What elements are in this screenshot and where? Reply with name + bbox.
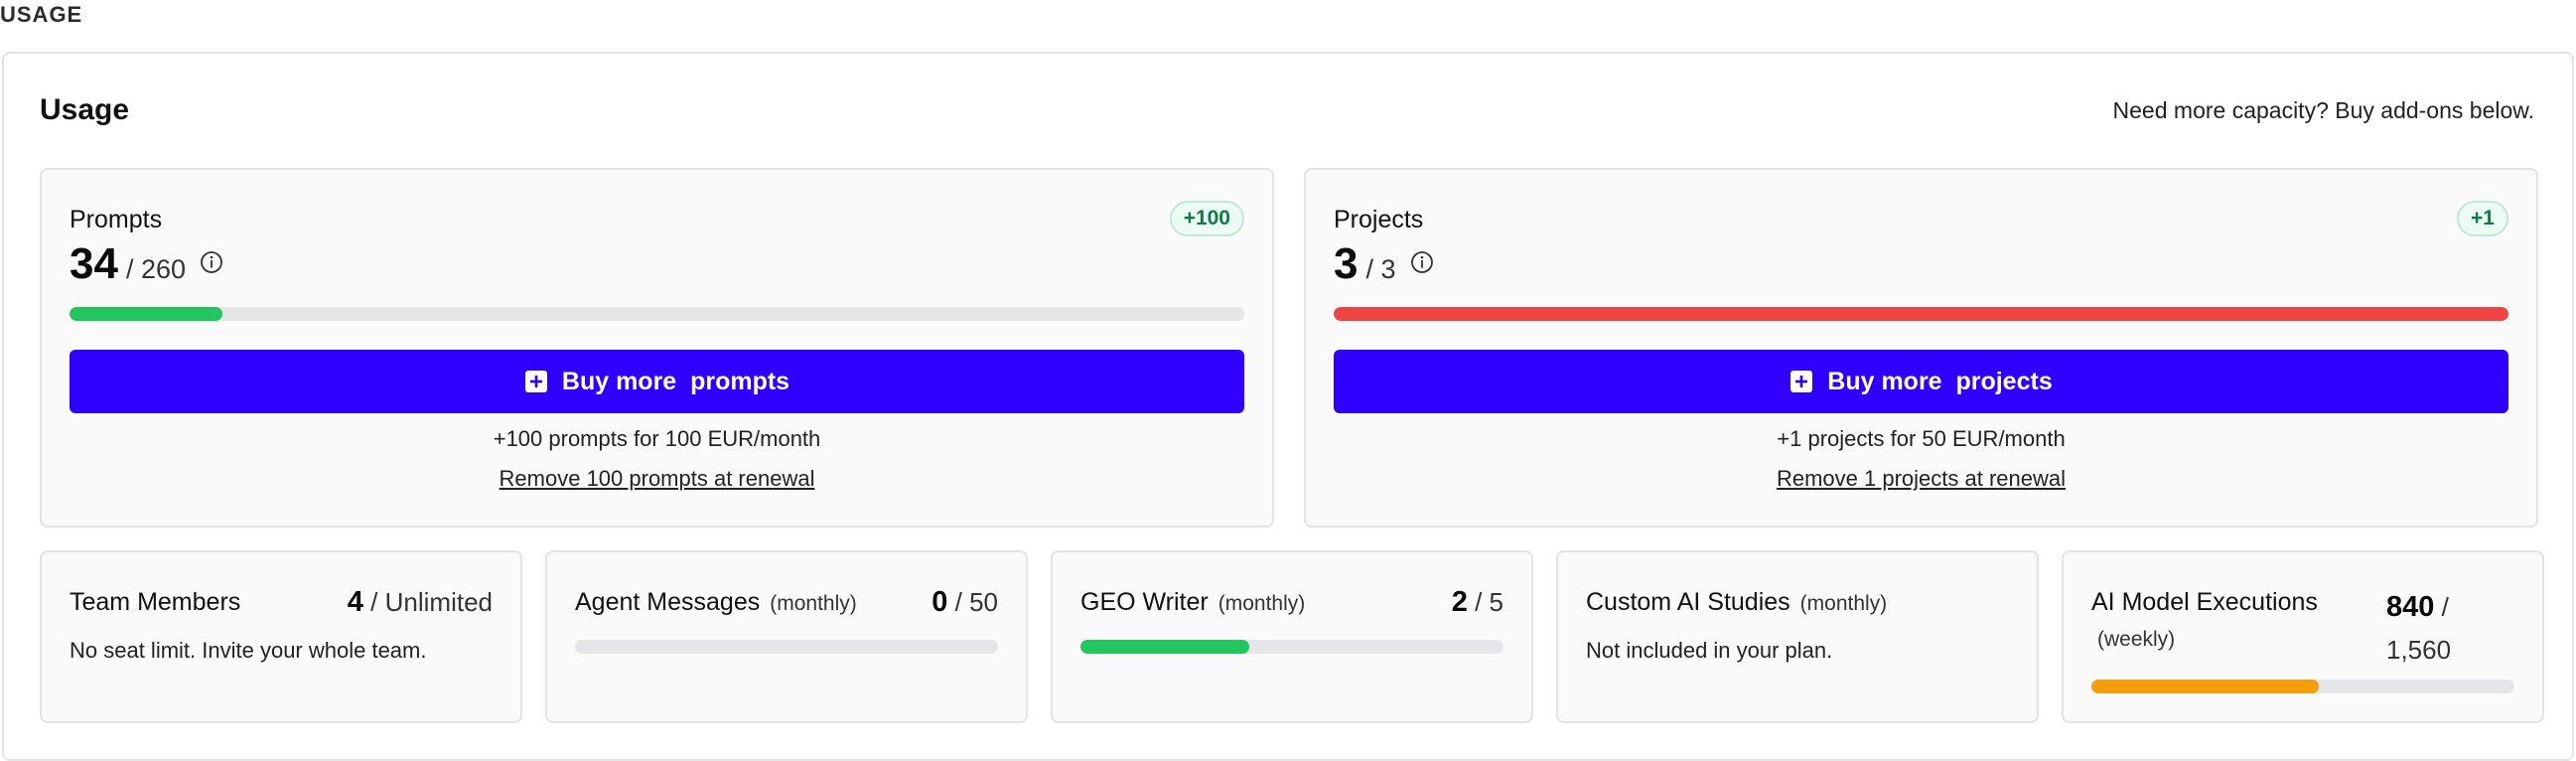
plus-square-icon — [524, 371, 547, 392]
projects-limit: / 3 — [1365, 254, 1396, 284]
buy-more-prompts-label: Buy more prompts — [561, 367, 790, 395]
ai-model-executions-label: AI Model Executions — [2091, 588, 2318, 616]
ai-model-executions-progress-fill — [2091, 680, 2320, 693]
prompts-addon-badge: +100 — [1169, 201, 1244, 236]
geo-writer-count: 2 / 5 — [1452, 586, 1503, 619]
projects-count: 3 / 3 — [1334, 239, 1434, 289]
ai-model-executions-period: (weekly) — [2097, 628, 2176, 651]
custom-ai-studies-label: Custom AI Studies — [1586, 588, 1790, 616]
ai-model-executions-progress-bar — [2091, 680, 2514, 693]
geo-writer-title: GEO Writer (monthly) — [1080, 588, 1305, 617]
info-icon[interactable] — [1410, 250, 1434, 274]
geo-writer-card: GEO Writer (monthly) 2 / 5 — [1051, 550, 1533, 723]
agent-messages-label: Agent Messages — [575, 588, 761, 616]
agent-messages-title: Agent Messages (monthly) — [575, 588, 857, 617]
prompts-progress-fill — [70, 307, 222, 321]
projects-addon-badge: +1 — [2457, 201, 2508, 236]
remove-prompts-link[interactable]: Remove 100 prompts at renewal — [42, 466, 1272, 492]
team-members-card: Team Members 4 / Unlimited No seat limit… — [40, 550, 522, 723]
usage-panel: Usage Need more capacity? Buy add-ons be… — [2, 52, 2574, 761]
geo-writer-used: 2 — [1451, 586, 1468, 618]
agent-messages-used: 0 — [931, 586, 948, 618]
ai-model-executions-used: 840 — [2386, 591, 2435, 623]
buy-more-prompts-button[interactable]: Buy more prompts — [70, 350, 1244, 413]
agent-messages-period: (monthly) — [770, 592, 857, 615]
usage-title: Usage — [40, 93, 130, 126]
custom-ai-studies-card: Custom AI Studies (monthly) Not included … — [1556, 550, 2039, 723]
prompts-card: Prompts +100 34 / 260 Buy more prompts +… — [40, 168, 1274, 528]
prompts-limit: / 260 — [125, 254, 187, 284]
section-label: USAGE — [0, 2, 83, 27]
geo-writer-period: (monthly) — [1217, 592, 1306, 615]
capacity-hint: Need more capacity? Buy add-ons below. — [2112, 97, 2534, 123]
buy-more-projects-label: Buy more projects — [1827, 367, 2053, 395]
projects-price: +1 projects for 50 EUR/month — [1777, 426, 2066, 451]
agent-messages-progress-bar — [575, 640, 998, 654]
prompts-used: 34 — [70, 239, 118, 288]
projects-card: Projects +1 3 / 3 Buy more projects +1 p… — [1304, 168, 2538, 528]
ai-model-executions-limit: 1,560 — [2386, 635, 2452, 665]
geo-writer-label: GEO Writer — [1080, 588, 1209, 616]
prompts-count: 34 / 260 — [70, 239, 223, 289]
prompts-label: Prompts — [70, 206, 163, 233]
custom-ai-studies-title: Custom AI Studies (monthly) — [1586, 588, 1887, 617]
prompts-price: +100 prompts for 100 EUR/month — [493, 426, 821, 451]
plus-square-icon — [1790, 371, 1813, 392]
prompts-progress-bar — [70, 307, 1244, 321]
ai-model-executions-slash: / — [2441, 592, 2449, 622]
projects-label: Projects — [1334, 206, 1424, 233]
ai-model-executions-count: 840 / 1,560 — [2386, 586, 2451, 672]
projects-used: 3 — [1334, 239, 1359, 288]
team-members-count: 4 / Unlimited — [348, 586, 493, 619]
team-members-limit: / Unlimited — [370, 587, 493, 617]
geo-writer-progress-bar — [1080, 640, 1503, 654]
agent-messages-card: Agent Messages (monthly) 0 / 50 — [545, 550, 1028, 723]
info-icon[interactable] — [200, 250, 223, 274]
buy-more-projects-button[interactable]: Buy more projects — [1334, 350, 2508, 413]
agent-messages-limit: / 50 — [954, 587, 998, 617]
projects-progress-fill — [1334, 307, 2508, 321]
team-members-note: No seat limit. Invite your whole team. — [70, 638, 427, 663]
team-members-label: Team Members — [70, 588, 241, 616]
custom-ai-studies-period: (monthly) — [1799, 592, 1888, 615]
agent-messages-count: 0 / 50 — [931, 586, 998, 619]
projects-progress-bar — [1334, 307, 2508, 321]
geo-writer-limit: / 5 — [1475, 587, 1503, 617]
ai-model-executions-card: AI Model Executions (weekly) 840 / 1,560 — [2062, 550, 2544, 723]
custom-ai-studies-note: Not included in your plan. — [1586, 638, 1833, 663]
geo-writer-progress-fill — [1080, 640, 1250, 654]
team-members-used: 4 — [347, 586, 363, 618]
remove-projects-link[interactable]: Remove 1 projects at renewal — [1306, 466, 2536, 492]
